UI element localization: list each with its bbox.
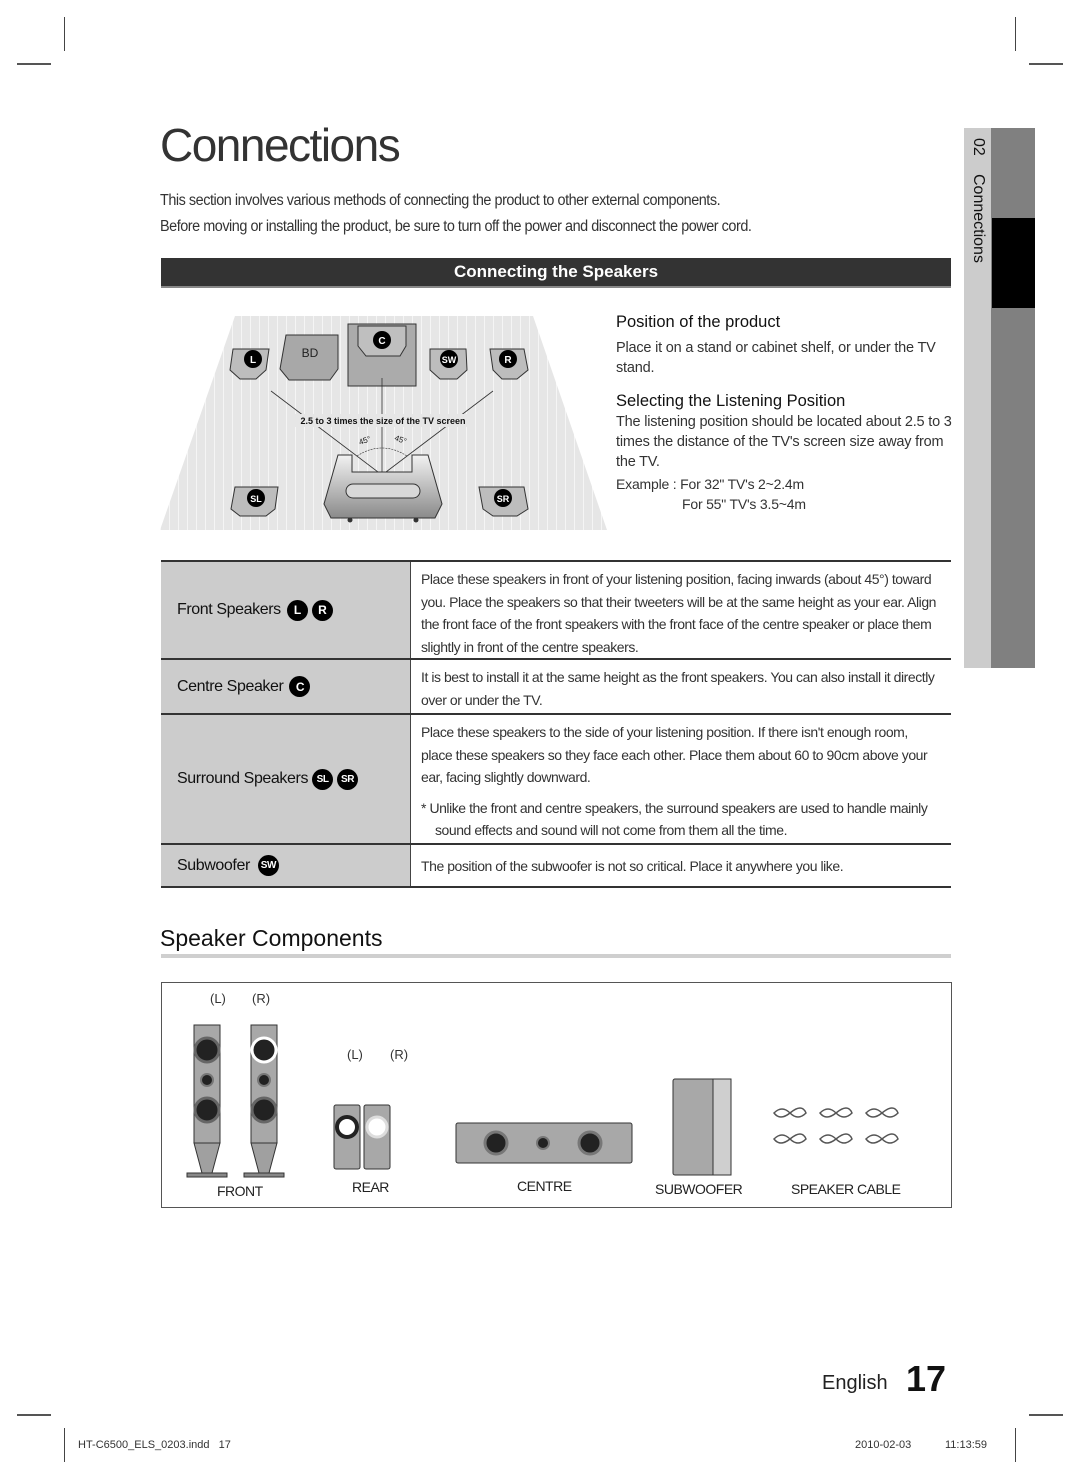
front-speaker-left-icon: [186, 1024, 228, 1178]
diagram-label-sw: SW: [442, 355, 457, 365]
speaker-cable-label: SPEAKER CABLE: [791, 1181, 901, 1197]
components-rule: [161, 954, 951, 958]
listening-heading: Selecting the Listening Position: [616, 392, 846, 410]
row-description: It is best to install it at the same hei…: [421, 669, 935, 708]
footer-file: HT-C6500_ELS_0203.indd 17: [78, 1439, 231, 1451]
footer-time: 11:13:59: [945, 1439, 988, 1451]
speaker-placement-table: Front Speakers L R Place these speakers …: [161, 560, 951, 888]
components-title: Speaker Components: [160, 925, 383, 951]
section-header: Connecting the Speakers: [161, 258, 951, 288]
row-label: Centre Speaker C: [161, 660, 411, 713]
crop-mark: [1015, 1428, 1016, 1462]
centre-speaker-icon: [455, 1122, 633, 1164]
badge-l: L: [286, 599, 308, 621]
subwoofer-label: SUBWOOFER: [655, 1181, 743, 1197]
row-label: Subwoofer SW: [161, 845, 411, 886]
tv: C: [347, 323, 417, 387]
footer-date: 2010-02-03: [855, 1439, 912, 1451]
table-row: Subwoofer SW The position of the subwoof…: [161, 845, 951, 888]
position-text: Place it on a stand or cabinet shelf, or…: [616, 340, 936, 376]
intro-line-2: Before moving or installing the product,…: [160, 218, 752, 235]
row-description: Place these speakers in front of your li…: [421, 571, 937, 655]
row-label-text: Front Speakers: [177, 601, 281, 618]
centre-label: CENTRE: [517, 1178, 572, 1194]
diagram-label-c: C: [378, 336, 385, 347]
rear-speaker-left-icon: [333, 1104, 361, 1170]
row-description: Place these speakers to the side of your…: [411, 715, 951, 843]
row-label-text: Subwoofer: [177, 856, 250, 874]
diagram-label-sr: SR: [497, 494, 510, 504]
row-label: Front Speakers L R: [161, 562, 411, 658]
side-tab-label: 02 Connections: [969, 138, 987, 277]
rear-speaker-right-icon: [363, 1104, 391, 1170]
row-note: * Unlike the front and centre speakers, …: [421, 799, 928, 839]
badge-sl: SL: [312, 768, 334, 790]
speaker-surround-right: SR: [478, 486, 529, 517]
crop-mark: [64, 17, 65, 51]
rear-label: REAR: [352, 1179, 389, 1195]
badge-sr: SR: [337, 768, 359, 790]
page-title: Connections: [160, 119, 401, 171]
components-illustration: [186, 1024, 899, 1178]
intro-line-1: This section involves various methods of…: [160, 192, 721, 209]
subwoofer-speaker: SW: [429, 348, 468, 380]
speaker-cable-icons: [773, 1107, 899, 1144]
diagram-label-l: L: [250, 355, 256, 366]
listening-text: The listening position should be located…: [616, 414, 952, 470]
example-2: For 55" TV's 3.5~4m: [682, 496, 806, 512]
row-description: The position of the subwoofer is not so …: [421, 858, 844, 875]
badge-r: R: [311, 599, 333, 621]
chapter-title: Connections: [970, 174, 987, 264]
distance-label: 2.5 to 3 times the size of the TV screen: [300, 416, 465, 426]
row-label-text: Surround Speakers: [177, 770, 309, 787]
side-tab-marker: [992, 218, 1035, 308]
crop-mark: [1029, 1414, 1063, 1416]
table-row: Centre Speaker C It is best to install i…: [161, 660, 951, 715]
bd-label: BD: [302, 346, 319, 360]
front-speaker-right-icon: [243, 1024, 285, 1178]
row-description-text: Place these speakers to the side of your…: [421, 724, 928, 785]
page-number: 17: [906, 1358, 947, 1399]
row-label: Surround Speakers SL SR: [161, 715, 411, 843]
speaker-placement-diagram: L BD C SW R 2.5 to 3 times the size of t…: [160, 316, 607, 530]
chapter-number: 02: [970, 138, 987, 156]
diagram-label-sl: SL: [250, 494, 262, 504]
crop-mark: [64, 1428, 65, 1462]
table-row: Front Speakers L R Place these speakers …: [161, 562, 951, 660]
badge-c: C: [289, 676, 311, 697]
bd-player: BD: [279, 334, 339, 381]
diagram-label-r: R: [504, 355, 512, 366]
speaker-surround-left: SL: [230, 486, 279, 517]
side-tab-strip: [991, 128, 1035, 668]
crop-mark: [17, 63, 51, 65]
front-label: FRONT: [217, 1183, 263, 1199]
position-heading: Position of the product: [616, 313, 781, 331]
badge-sw: SW: [257, 855, 279, 876]
crop-mark: [17, 1414, 51, 1416]
footer-language: English: [822, 1372, 888, 1394]
row-label-text: Centre Speaker: [177, 677, 284, 695]
subwoofer-icon: [672, 1078, 732, 1176]
example-1: Example : For 32" TV's 2~2.4m: [616, 476, 804, 492]
crop-mark: [1029, 63, 1063, 65]
components-box: (L) (R) (L) (R) FRONT REAR CENTRE SUBWOO…: [161, 982, 952, 1208]
table-row: Surround Speakers SL SR Place these spea…: [161, 715, 951, 845]
crop-mark: [1015, 17, 1016, 51]
